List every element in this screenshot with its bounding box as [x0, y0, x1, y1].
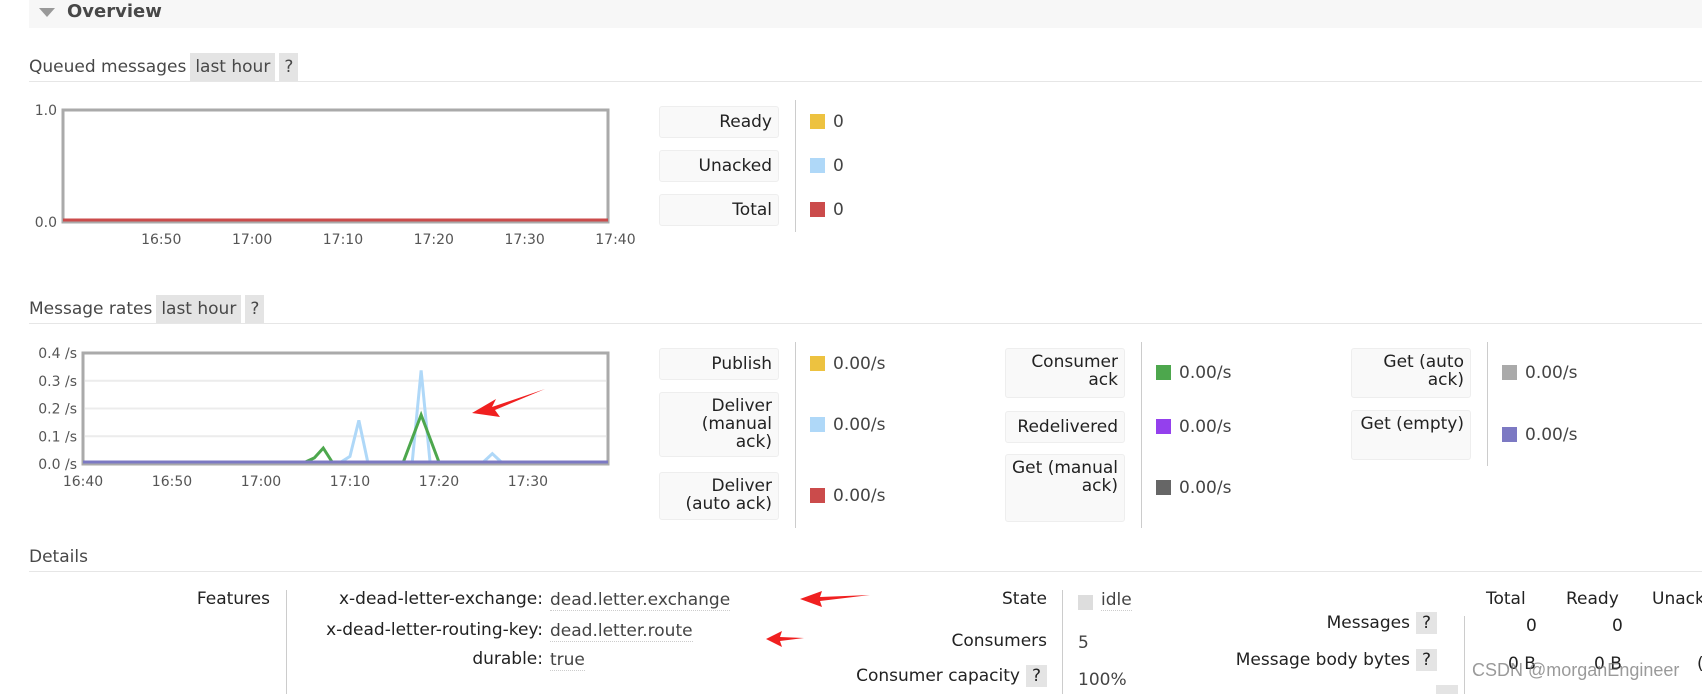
rates-legend-label: Deliver (manual ack) [659, 392, 779, 457]
table-header-unacked: Unack [1652, 589, 1702, 609]
red-arrow-annotation [800, 591, 870, 607]
legend-value-text: 0.00/s [1525, 425, 1578, 445]
feature-key: x-dead-letter-routing-key: [326, 620, 543, 640]
legend-value-text: 0.00/s [833, 486, 886, 506]
divider [795, 342, 796, 528]
color-swatch-icon [1156, 419, 1171, 434]
divider [1141, 342, 1142, 528]
color-swatch-icon [810, 416, 825, 432]
rates-legend-label: Publish [659, 348, 779, 380]
y-tick-label: 0.4 /s [38, 346, 77, 362]
legend-value-text: 0.00/s [833, 414, 886, 435]
consumers-label: Consumers [951, 631, 1047, 651]
consumer-capacity-text: Consumer capacity [856, 666, 1020, 686]
consumers-value: 5 [1078, 633, 1089, 653]
rates-legend-value: 0.00/s [1502, 425, 1577, 445]
color-swatch-icon [1156, 480, 1171, 495]
feature-key: x-dead-letter-exchange: [338, 589, 543, 609]
consumer-capacity-help-button[interactable]: ? [1025, 665, 1047, 687]
y-tick-label: 0.1 /s [38, 429, 77, 445]
rates-legend-value: 0.00/s [810, 354, 885, 374]
messages-ready: 0 [1612, 616, 1623, 636]
message-body-bytes-text: Message body bytes [1235, 650, 1410, 670]
x-tick-label: 16:40 [63, 474, 103, 490]
red-arrow-annotation [766, 631, 804, 647]
feature-value-dead-letter-exchange[interactable]: dead.letter.exchange [550, 590, 731, 611]
body-bytes-unacked: ( [1697, 654, 1702, 674]
message-body-bytes-label: Message body bytes? [1236, 649, 1437, 671]
details-title: Details [29, 547, 88, 567]
color-swatch-icon [1156, 365, 1171, 380]
feature-key: durable: [472, 649, 543, 669]
y-tick-label: 0.2 /s [38, 402, 77, 418]
divider [286, 590, 287, 694]
help-button-partial[interactable] [1436, 685, 1458, 694]
watermark: CSDN @morganEngineer [1472, 660, 1680, 680]
consumer-capacity-label: Consumer capacity? [856, 665, 1047, 687]
rates-legend-value: 0.00/s [1502, 363, 1577, 383]
x-tick-label: 17:10 [330, 474, 370, 490]
features-label: Features [196, 589, 270, 609]
color-swatch-icon [1502, 365, 1517, 380]
rates-legend-value: 0.00/s [1156, 478, 1231, 498]
table-header-ready: Ready [1566, 589, 1619, 609]
messages-row-label: Messages? [1327, 612, 1437, 634]
rates-legend-label: Deliver (auto ack) [659, 472, 779, 520]
state-value[interactable]: idle [1101, 590, 1132, 611]
message-body-bytes-help-button[interactable]: ? [1415, 649, 1437, 671]
feature-value-dead-letter-routing-key[interactable]: dead.letter.route [550, 621, 693, 642]
details-header: Details [29, 543, 88, 571]
legend-value-text: 0.00/s [1179, 417, 1232, 437]
x-tick-label: 17:20 [419, 474, 459, 490]
x-tick-label: 16:50 [152, 474, 192, 490]
y-tick-label: 0.0 /s [38, 457, 77, 473]
x-tick-label: 17:00 [241, 474, 281, 490]
messages-label-text: Messages [1326, 613, 1410, 633]
feature-value-durable[interactable]: true [550, 650, 585, 671]
color-swatch-icon [810, 488, 825, 503]
divider [1487, 342, 1488, 466]
consumer-capacity-value: 100% [1078, 670, 1127, 690]
messages-total: 0 [1526, 616, 1537, 636]
rates-legend-value: 0.00/s [810, 486, 885, 506]
rates-legend-label: Redelivered [1005, 411, 1125, 443]
rates-legend-label: Consumer ack [1005, 348, 1125, 398]
rates-legend-label: Get (auto ack) [1351, 348, 1471, 398]
legend-value-text: 0.00/s [1179, 363, 1232, 383]
state-indicator-icon [1078, 595, 1093, 610]
y-tick-label: 0.3 /s [38, 374, 77, 390]
legend-value-text: 0.00/s [1525, 363, 1578, 383]
x-tick-label: 17:30 [508, 474, 548, 490]
rates-legend-value: 0.00/s [1156, 363, 1231, 383]
divider [1464, 616, 1465, 694]
red-arrow-annotation [472, 389, 545, 417]
legend-value-text: 0.00/s [833, 354, 886, 374]
messages-help-button[interactable]: ? [1415, 612, 1437, 634]
state-label: State [1002, 589, 1047, 609]
table-header-total: Total [1486, 589, 1526, 609]
rates-legend-value: 0.00/s [1156, 417, 1231, 437]
rates-legend-value: 0.00/s [810, 415, 885, 435]
divider [29, 571, 1702, 572]
divider [1062, 590, 1063, 694]
rates-legend-label: Get (empty) [1351, 410, 1471, 460]
color-swatch-icon [810, 356, 825, 371]
color-swatch-icon [1502, 427, 1517, 442]
rates-legend-label: Get (manual ack) [1005, 454, 1125, 522]
legend-value-text: 0.00/s [1179, 478, 1232, 498]
